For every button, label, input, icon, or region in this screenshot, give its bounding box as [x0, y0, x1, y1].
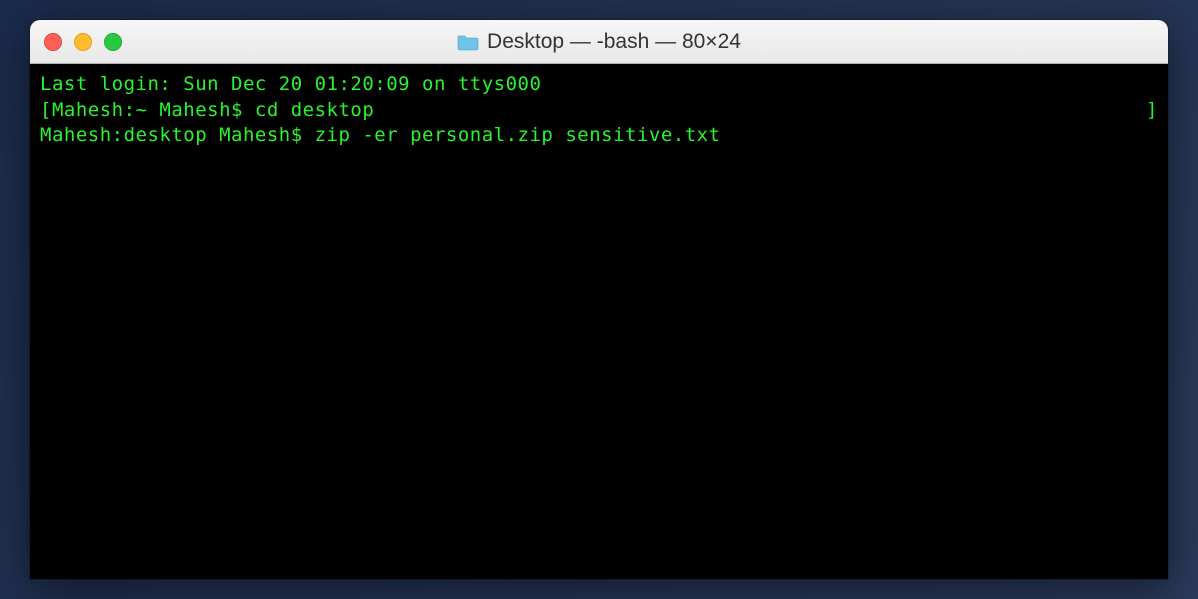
window-title: Desktop — -bash — 80×24 — [487, 30, 741, 54]
terminal-line-2: Mahesh:desktop Mahesh$ zip -er personal.… — [40, 123, 1158, 149]
terminal-window: Desktop — -bash — 80×24 Last login: Sun … — [30, 20, 1168, 579]
terminal-line-0: Last login: Sun Dec 20 01:20:09 on ttys0… — [40, 72, 1158, 98]
traffic-lights — [44, 33, 122, 51]
prompt-bracket-left: [ — [40, 99, 52, 121]
folder-icon — [457, 33, 479, 51]
terminal-body[interactable]: Last login: Sun Dec 20 01:20:09 on ttys0… — [30, 64, 1168, 579]
close-icon[interactable] — [44, 33, 62, 51]
terminal-text-1: Mahesh:~ Mahesh$ cd desktop — [52, 99, 374, 121]
prompt-bracket-right: ] — [1146, 98, 1158, 124]
window-titlebar[interactable]: Desktop — -bash — 80×24 — [30, 20, 1168, 64]
title-center: Desktop — -bash — 80×24 — [30, 30, 1168, 54]
zoom-icon[interactable] — [104, 33, 122, 51]
terminal-line-1: [Mahesh:~ Mahesh$ cd desktop — [40, 98, 1158, 124]
minimize-icon[interactable] — [74, 33, 92, 51]
